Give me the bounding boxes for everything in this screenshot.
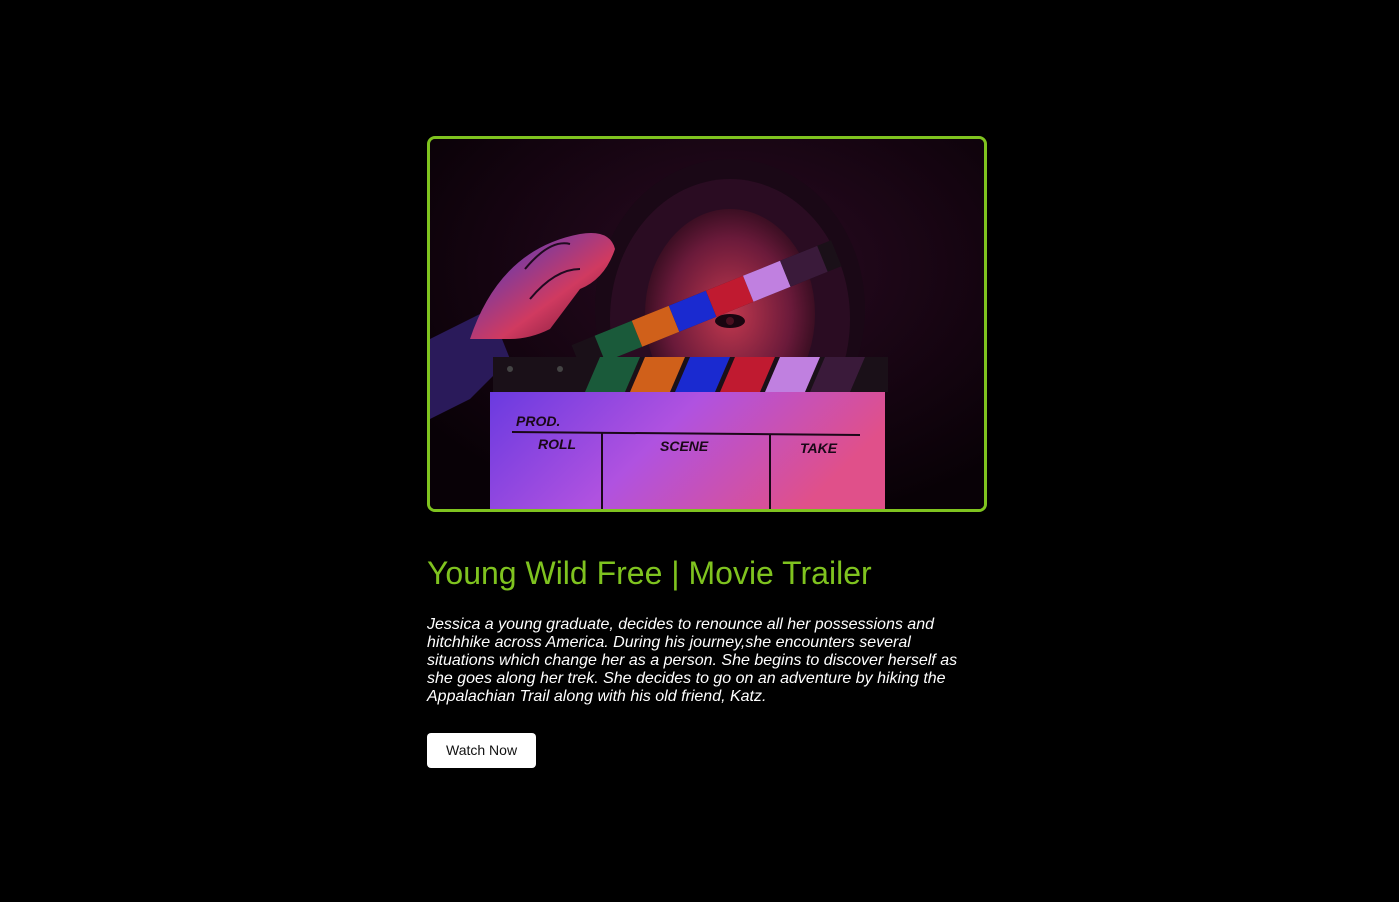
clapper-scene-label: SCENE [660, 438, 709, 454]
movie-card: PROD. ROLL SCENE TAKE Young Wild Free | … [427, 136, 987, 768]
movie-title: Young Wild Free | Movie Trailer [427, 555, 872, 591]
poster-image: PROD. ROLL SCENE TAKE [430, 139, 984, 509]
clapper-prod-label: PROD. [516, 413, 560, 429]
clapper-take-label: TAKE [800, 440, 838, 456]
movie-description: Jessica a young graduate, decides to ren… [427, 616, 958, 705]
watch-now-button[interactable]: Watch Now [427, 733, 537, 768]
movie-poster: PROD. ROLL SCENE TAKE [427, 136, 987, 512]
clapper-roll-label: ROLL [538, 436, 576, 452]
